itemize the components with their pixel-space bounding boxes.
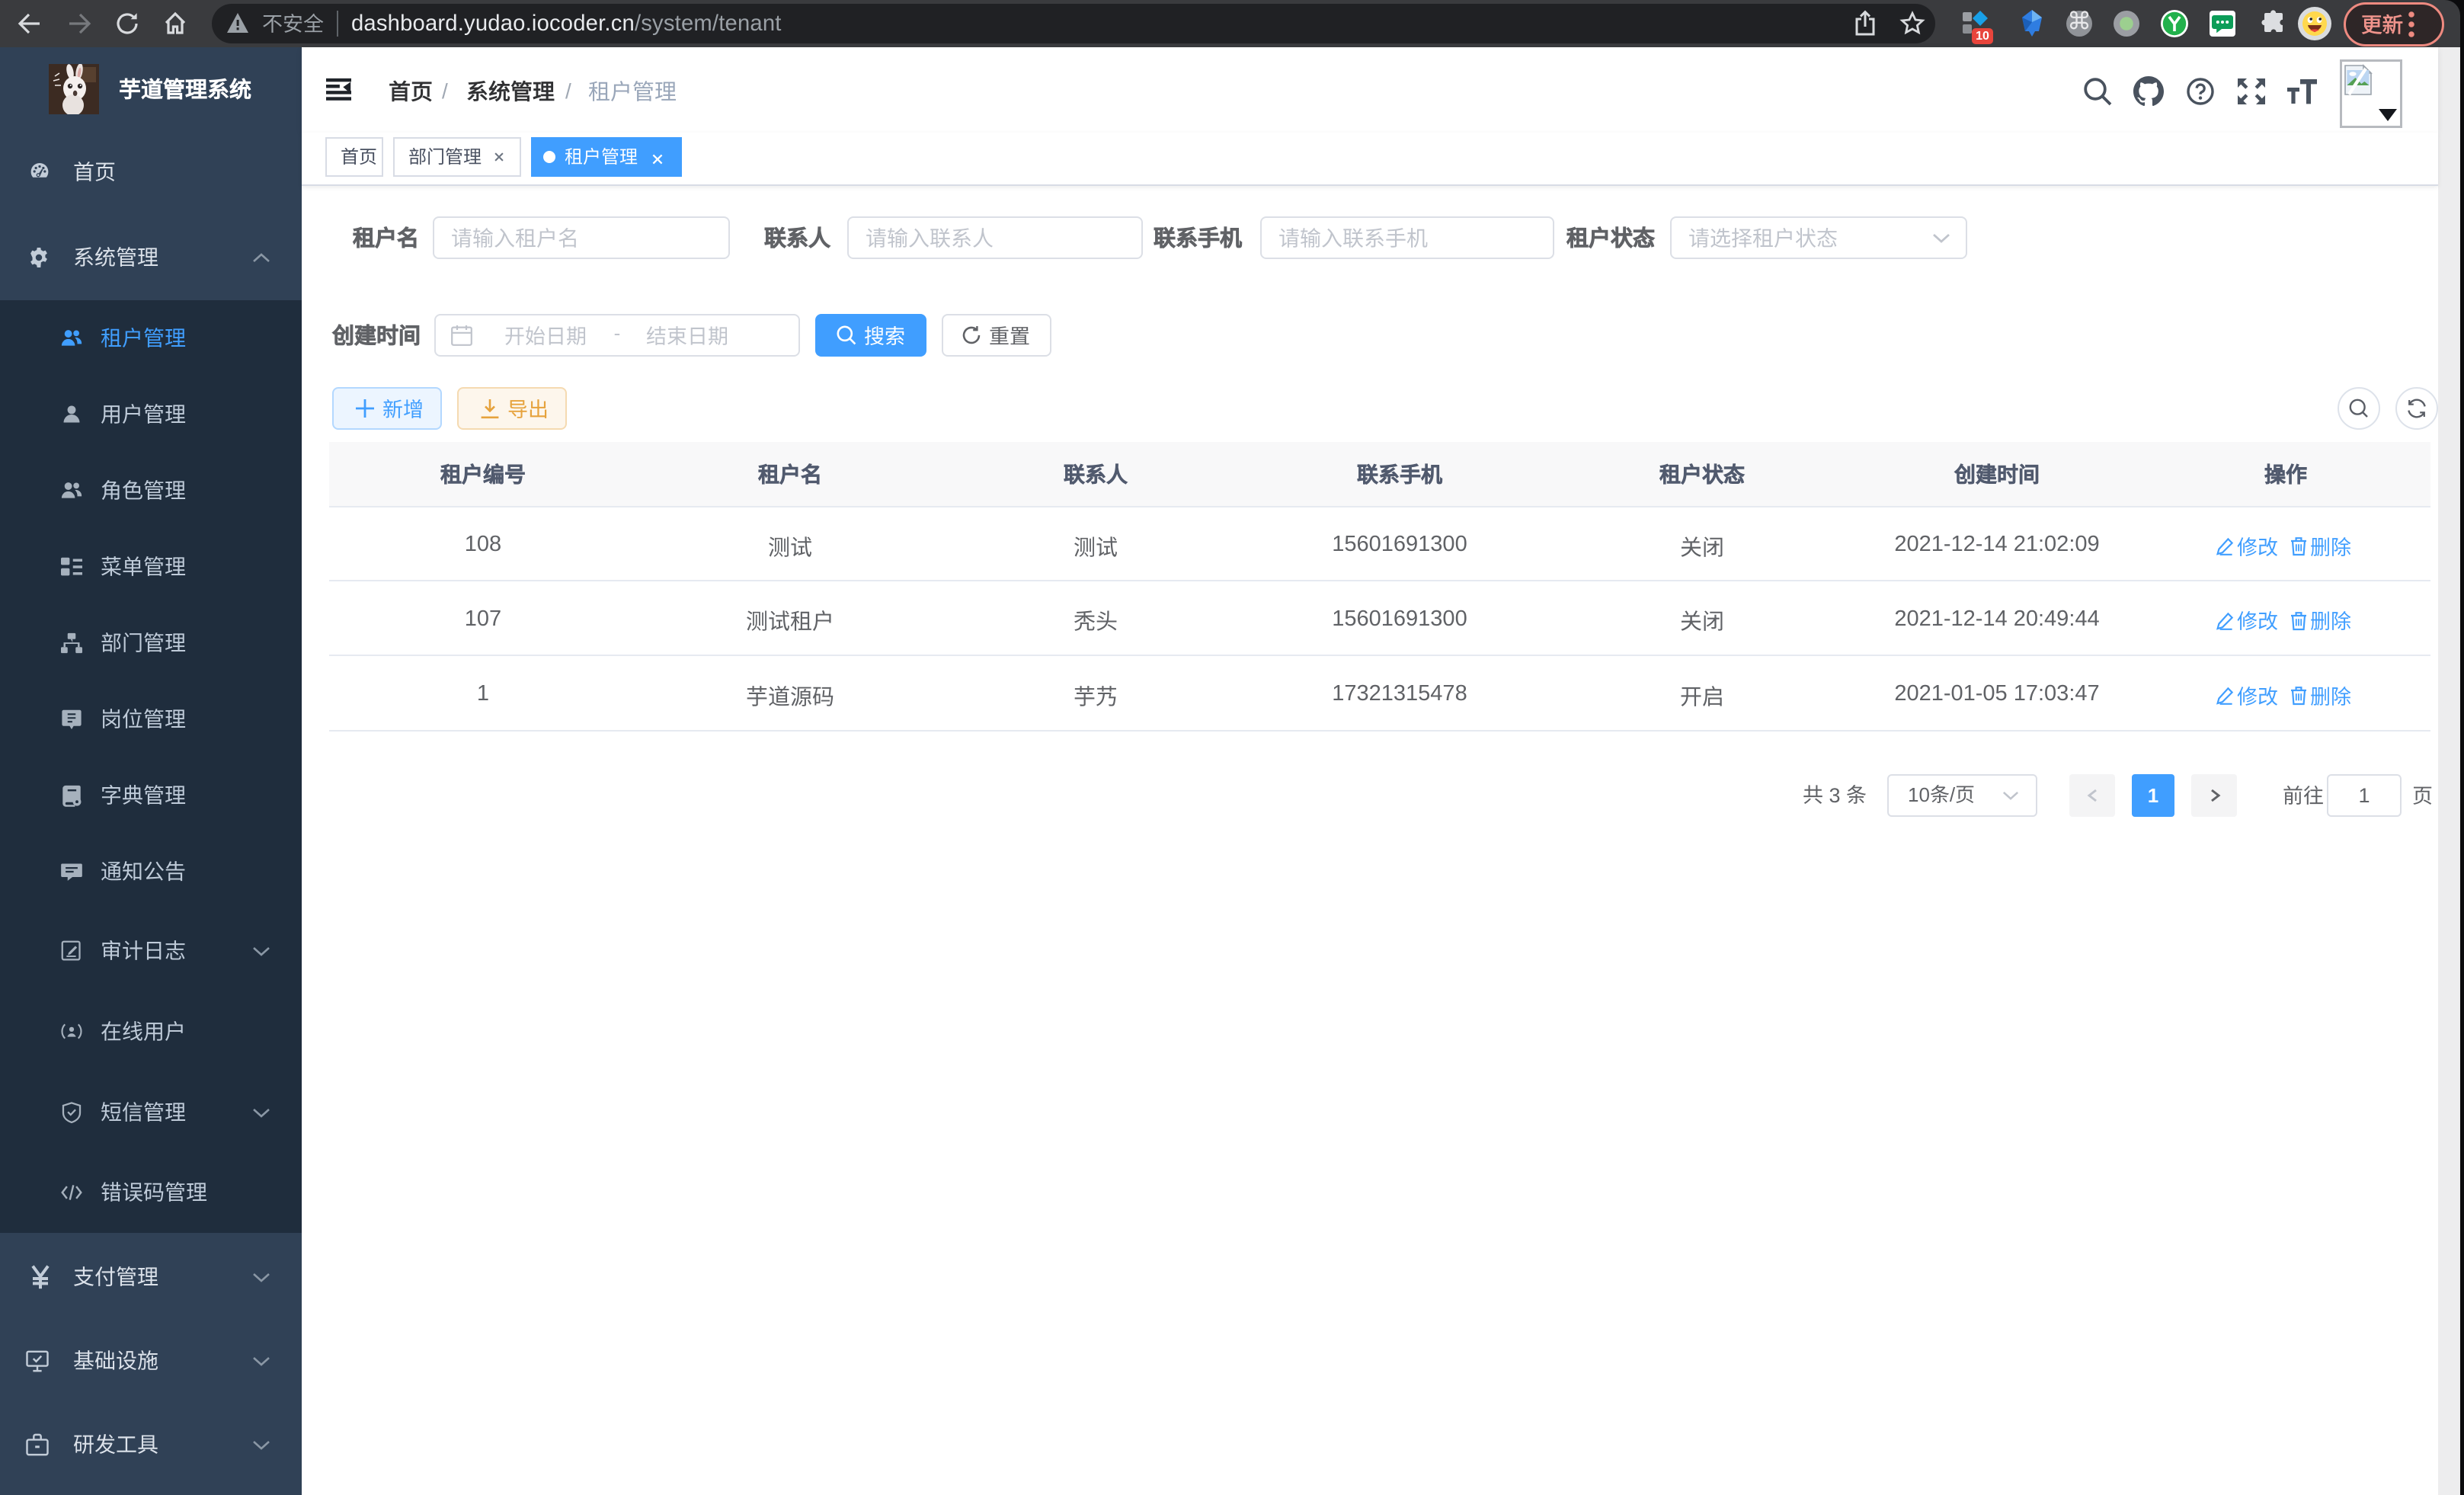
svg-text:⌘: ⌘ — [2067, 7, 2091, 34]
